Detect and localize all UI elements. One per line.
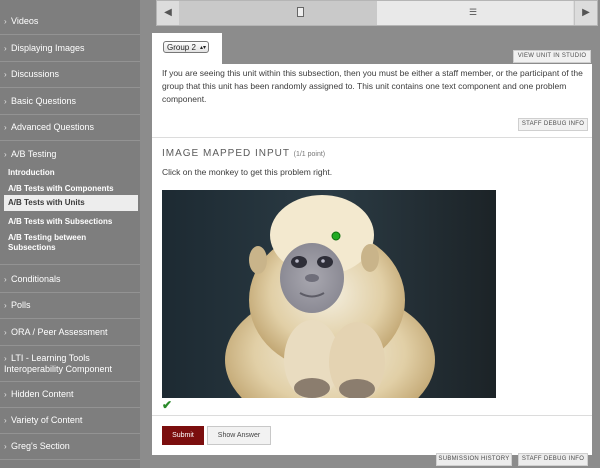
sidebar-item-label: LTI - Learning Tools Interoperability Co… bbox=[4, 353, 113, 374]
problem-points: (1/1 point) bbox=[293, 151, 326, 158]
sidebar-item-hidden-content[interactable]: › Hidden Content bbox=[0, 389, 140, 399]
sidebar-item-polls[interactable]: › Polls bbox=[0, 300, 140, 310]
submission-history-button[interactable]: SUBMISSION HISTORY bbox=[436, 453, 512, 466]
sidebar-item-label: ORA / Peer Assessment bbox=[11, 327, 108, 337]
sidebar-item-ab-testing[interactable]: › A/B Testing bbox=[0, 149, 140, 159]
chevron-right-icon: › bbox=[4, 442, 7, 451]
view-unit-in-studio-button[interactable]: VIEW UNIT IN STUDIO bbox=[513, 50, 591, 63]
monkey-photo bbox=[162, 190, 496, 398]
previous-button[interactable]: ◀ bbox=[157, 1, 180, 25]
sidebar-item-label: Discussions bbox=[11, 69, 60, 79]
sidebar-item-label: Hidden Content bbox=[11, 389, 74, 399]
chevron-right-icon: › bbox=[4, 275, 7, 284]
chevron-right-icon: › bbox=[4, 390, 7, 399]
image-mapped-input[interactable] bbox=[162, 190, 496, 398]
sidebar-item-label: Videos bbox=[11, 16, 39, 26]
staff-debug-info-button[interactable]: STAFF DEBUG INFO bbox=[518, 118, 588, 131]
sidebar-item-basic-questions[interactable]: › Basic Questions bbox=[0, 96, 140, 106]
sidebar-item-discussions[interactable]: › Discussions bbox=[0, 69, 140, 79]
sidebar-item-label: A/B Testing bbox=[11, 149, 57, 159]
divider bbox=[0, 459, 140, 460]
sidebar-item-label: Displaying Images bbox=[11, 43, 85, 53]
list-icon: ☰ bbox=[469, 7, 478, 17]
divider bbox=[0, 140, 140, 141]
sidebar-subitem-ab-units[interactable]: A/B Tests with Units bbox=[8, 198, 132, 208]
unit-intro-text: If you are seeing this unit within this … bbox=[162, 68, 583, 104]
divider bbox=[0, 433, 140, 434]
sidebar-item-label: Advanced Questions bbox=[11, 122, 95, 132]
divider bbox=[0, 407, 140, 408]
chevron-right-icon: ▶ bbox=[582, 7, 590, 18]
problem-title: IMAGE MAPPED INPUT (1/1 point) bbox=[162, 148, 325, 159]
course-navigation-sidebar: › Videos › Displaying Images › Discussions … bbox=[0, 0, 140, 468]
chevron-right-icon: › bbox=[4, 97, 7, 106]
divider bbox=[0, 87, 140, 88]
chevron-right-icon: › bbox=[4, 44, 7, 53]
problem-prompt: Click on the monkey to get this problem … bbox=[162, 167, 333, 177]
sidebar-item-gregs-section[interactable]: › Greg's Section bbox=[0, 441, 140, 451]
divider bbox=[0, 264, 140, 265]
submit-button[interactable]: Submit bbox=[162, 426, 204, 445]
divider bbox=[152, 137, 592, 138]
click-marker bbox=[331, 231, 341, 241]
sidebar-item-advanced-questions[interactable]: › Advanced Questions bbox=[0, 122, 140, 132]
divider bbox=[0, 114, 140, 115]
show-answer-button[interactable]: Show Answer bbox=[207, 426, 271, 445]
divider bbox=[0, 292, 140, 293]
select-arrows-icon: ▴▾ bbox=[199, 45, 206, 51]
sidebar-subitem-ab-components[interactable]: A/B Tests with Components bbox=[8, 184, 132, 194]
group-select[interactable]: Group 2 ▴▾ bbox=[163, 41, 209, 53]
chevron-right-icon: › bbox=[4, 416, 7, 425]
sidebar-item-lti[interactable]: › LTI - Learning Tools Interoperability C… bbox=[0, 353, 136, 374]
sidebar-item-displaying-images[interactable]: › Displaying Images bbox=[0, 43, 140, 53]
chevron-right-icon: › bbox=[4, 17, 7, 26]
sidebar-subitem-ab-subsections[interactable]: A/B Tests with Subsections bbox=[8, 217, 132, 227]
sidebar-item-label: Basic Questions bbox=[11, 96, 77, 106]
sidebar-item-label: Variety of Content bbox=[11, 415, 83, 425]
divider bbox=[0, 34, 140, 35]
sidebar-item-label: Greg's Section bbox=[11, 441, 70, 451]
sidebar-item-label: Conditionals bbox=[11, 274, 61, 284]
chevron-down-icon: › bbox=[4, 150, 7, 159]
chevron-right-icon: › bbox=[4, 123, 7, 132]
sequence-navigation: ◀ ☰ ▶ bbox=[156, 0, 598, 26]
staff-debug-info-button-2[interactable]: STAFF DEBUG INFO bbox=[518, 453, 588, 466]
correct-checkmark-icon: ✔ bbox=[162, 398, 173, 412]
chevron-left-icon: ◀ bbox=[164, 7, 172, 18]
document-icon bbox=[297, 7, 304, 17]
chevron-right-icon: › bbox=[4, 354, 7, 363]
next-button[interactable]: ▶ bbox=[574, 1, 597, 25]
sidebar-item-videos[interactable]: › Videos bbox=[0, 16, 140, 26]
divider bbox=[0, 381, 140, 382]
divider bbox=[152, 415, 592, 416]
sidebar-item-label: Polls bbox=[11, 300, 31, 310]
divider bbox=[0, 61, 140, 62]
sidebar-item-ora[interactable]: › ORA / Peer Assessment bbox=[0, 327, 140, 337]
sidebar-item-conditionals[interactable]: › Conditionals bbox=[0, 274, 140, 284]
chevron-right-icon: › bbox=[4, 328, 7, 337]
divider bbox=[0, 345, 140, 346]
problem-title-text: IMAGE MAPPED INPUT bbox=[162, 148, 290, 159]
sequence-tab-problem[interactable]: ☰ bbox=[377, 1, 573, 25]
divider bbox=[0, 318, 140, 319]
sequence-tab-html[interactable] bbox=[179, 1, 377, 25]
sidebar-subitem-ab-between-subsections[interactable]: A/B Testing between Subsections bbox=[8, 233, 132, 253]
sidebar-subitem-introduction[interactable]: Introduction bbox=[8, 168, 132, 178]
chevron-right-icon: › bbox=[4, 70, 7, 79]
sidebar-item-variety-content[interactable]: › Variety of Content bbox=[0, 415, 140, 425]
chevron-right-icon: › bbox=[4, 301, 7, 310]
group-select-value: Group 2 bbox=[167, 43, 196, 52]
